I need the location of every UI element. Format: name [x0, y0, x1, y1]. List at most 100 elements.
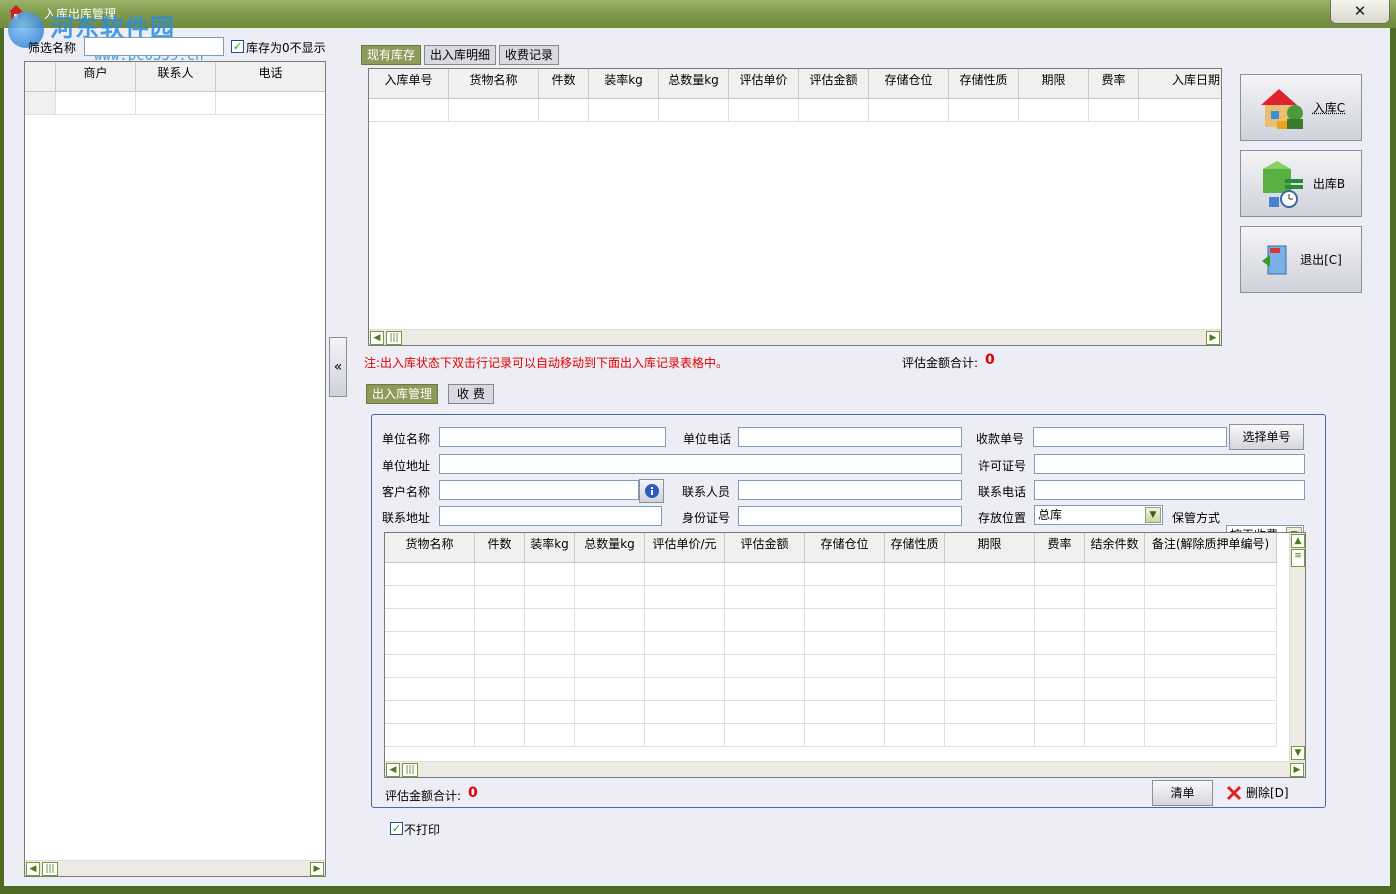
table-cell[interactable]	[945, 701, 1035, 723]
table-cell[interactable]	[1145, 678, 1277, 700]
table-cell[interactable]	[575, 586, 645, 608]
table-cell[interactable]	[945, 609, 1035, 631]
scroll-left-icon[interactable]: ◀	[386, 763, 400, 777]
table-cell[interactable]	[1085, 655, 1145, 677]
table-cell[interactable]	[645, 678, 725, 700]
filter-input[interactable]	[84, 37, 224, 56]
table-cell[interactable]	[525, 632, 575, 654]
table-row[interactable]	[385, 632, 1277, 655]
table-cell[interactable]	[725, 655, 805, 677]
table-cell[interactable]	[1035, 632, 1085, 654]
left-table-hscrollbar[interactable]: ◀ ||| ▶	[25, 860, 325, 876]
table-row[interactable]	[25, 92, 325, 115]
column-header[interactable]: 入库单号	[369, 69, 449, 98]
column-header[interactable]: 货物名称	[449, 69, 539, 98]
collapse-button[interactable]: «	[329, 337, 347, 397]
table-cell[interactable]	[575, 655, 645, 677]
table-cell[interactable]	[885, 724, 945, 746]
column-header[interactable]: 结余件数	[1085, 533, 1145, 562]
io-table-hscrollbar[interactable]: ◀ ||| ▶	[385, 761, 1305, 777]
column-header[interactable]: 入库日期	[1139, 69, 1221, 98]
table-cell[interactable]	[1035, 586, 1085, 608]
clear-button[interactable]: 清单	[1152, 780, 1213, 806]
table-row[interactable]	[369, 99, 1221, 122]
scroll-up-icon[interactable]: ▲	[1291, 534, 1305, 548]
column-header[interactable]: 存储性质	[885, 533, 945, 562]
scroll-right-icon[interactable]: ▶	[1206, 331, 1220, 345]
table-cell[interactable]	[645, 563, 725, 585]
table-cell[interactable]	[945, 563, 1035, 585]
scroll-left-icon[interactable]: ◀	[370, 331, 384, 345]
table-cell[interactable]	[1085, 724, 1145, 746]
table-cell[interactable]	[945, 724, 1035, 746]
table-cell[interactable]	[1145, 632, 1277, 654]
unit-name-input[interactable]	[439, 427, 666, 447]
customer-name-input[interactable]	[439, 480, 639, 500]
table-cell[interactable]	[575, 701, 645, 723]
table-cell[interactable]	[945, 632, 1035, 654]
table-cell[interactable]	[525, 586, 575, 608]
tab-io-management[interactable]: 出入库管理	[366, 384, 439, 404]
receipt-no-input[interactable]	[1033, 427, 1227, 447]
table-cell[interactable]	[1035, 724, 1085, 746]
table-cell[interactable]	[575, 563, 645, 585]
column-header[interactable]: 评估单价/元	[645, 533, 725, 562]
table-cell[interactable]	[1145, 563, 1277, 585]
contact-address-input[interactable]	[439, 506, 662, 526]
table-cell[interactable]	[475, 609, 525, 631]
table-cell[interactable]	[1145, 609, 1277, 631]
column-header[interactable]: 件数	[539, 69, 589, 98]
stock-table-hscrollbar[interactable]: ◀ ||| ▶	[369, 329, 1221, 345]
table-cell[interactable]	[575, 678, 645, 700]
column-header[interactable]: 总数量kg	[575, 533, 645, 562]
table-cell[interactable]	[1145, 586, 1277, 608]
stock-out-button[interactable]: 出库B	[1240, 150, 1362, 217]
table-cell[interactable]	[575, 724, 645, 746]
table-cell[interactable]	[475, 701, 525, 723]
table-cell[interactable]	[805, 586, 885, 608]
table-cell[interactable]	[945, 678, 1035, 700]
customer-lookup-button[interactable]	[639, 479, 664, 503]
table-cell[interactable]	[885, 563, 945, 585]
table-cell[interactable]	[475, 586, 525, 608]
table-cell[interactable]	[475, 563, 525, 585]
table-cell[interactable]	[1085, 632, 1145, 654]
table-cell[interactable]	[525, 563, 575, 585]
scroll-thumb[interactable]: |||	[386, 331, 402, 345]
table-cell[interactable]	[725, 586, 805, 608]
column-header[interactable]: 存储仓位	[869, 69, 949, 98]
column-header-phone[interactable]: 电话	[216, 62, 325, 91]
table-row[interactable]	[385, 678, 1277, 701]
table-cell[interactable]	[475, 655, 525, 677]
table-cell[interactable]	[1085, 586, 1145, 608]
column-header[interactable]: 评估金额	[799, 69, 869, 98]
column-header[interactable]: 总数量kg	[659, 69, 729, 98]
license-no-input[interactable]	[1034, 454, 1305, 474]
table-cell[interactable]	[525, 678, 575, 700]
table-cell[interactable]	[475, 724, 525, 746]
table-cell[interactable]	[645, 701, 725, 723]
column-header[interactable]: 评估金额	[725, 533, 805, 562]
table-cell[interactable]	[1035, 563, 1085, 585]
column-header[interactable]: 装率kg	[525, 533, 575, 562]
table-cell[interactable]	[1085, 563, 1145, 585]
column-header[interactable]: 费率	[1089, 69, 1139, 98]
column-header[interactable]: 期限	[1019, 69, 1089, 98]
table-cell[interactable]	[645, 632, 725, 654]
table-cell[interactable]	[385, 655, 475, 677]
id-no-input[interactable]	[738, 506, 962, 526]
table-cell[interactable]	[475, 678, 525, 700]
table-cell[interactable]	[725, 563, 805, 585]
table-cell[interactable]	[1145, 724, 1277, 746]
delete-button[interactable]: 删除[D]	[1226, 784, 1289, 801]
table-cell[interactable]	[885, 632, 945, 654]
table-row[interactable]	[385, 586, 1277, 609]
table-cell[interactable]	[645, 655, 725, 677]
table-row[interactable]	[385, 701, 1277, 724]
scroll-left-icon[interactable]: ◀	[26, 862, 40, 876]
column-header[interactable]: 评估单价	[729, 69, 799, 98]
table-cell[interactable]	[1035, 655, 1085, 677]
table-cell[interactable]	[525, 724, 575, 746]
table-row[interactable]	[385, 609, 1277, 632]
contact-phone-input[interactable]	[1034, 480, 1305, 500]
